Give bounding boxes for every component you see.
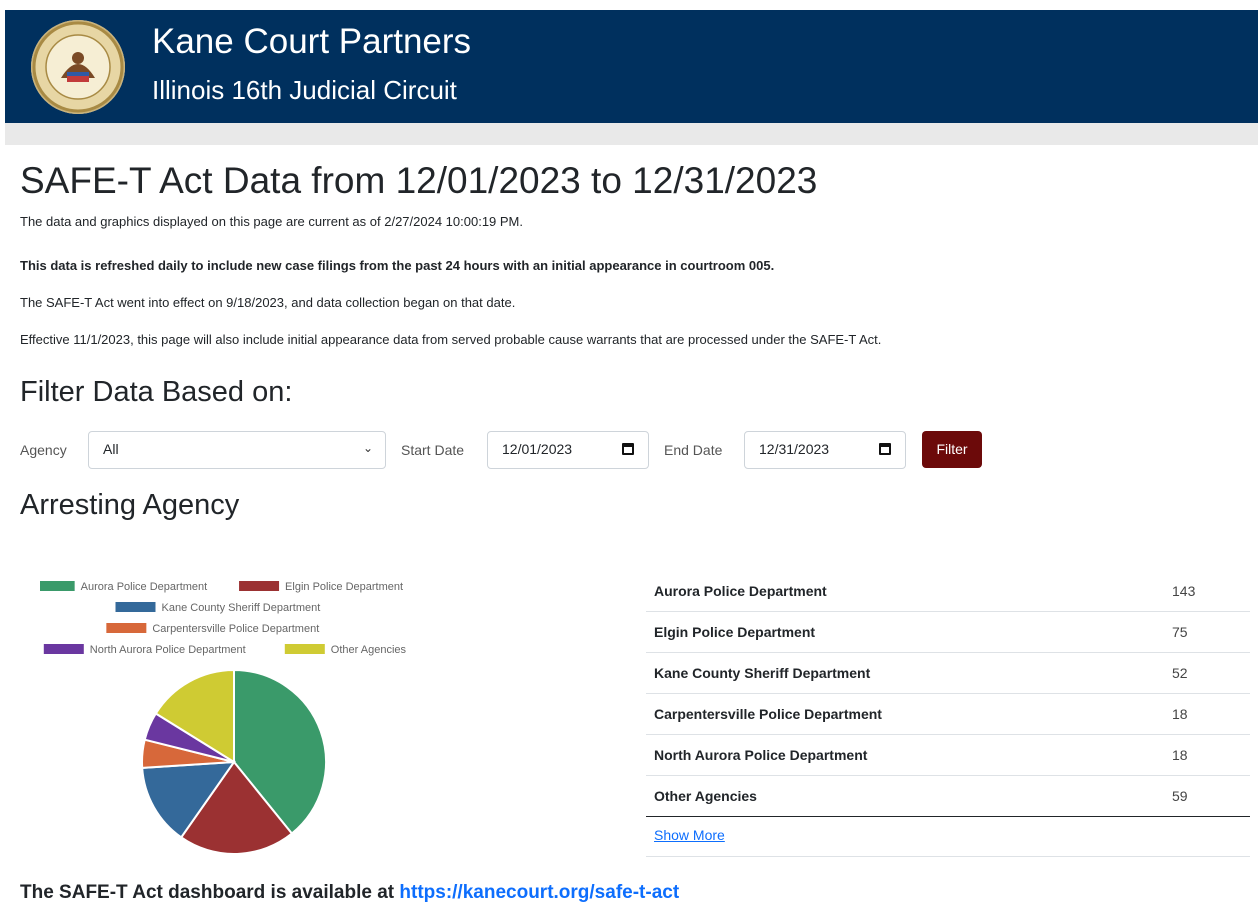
show-more-row: Show More [646,816,1250,857]
filter-form: Agency All ⌄ Start Date 12/01/2023 End D… [20,431,1000,469]
page-title: SAFE-T Act Data from 12/01/2023 to 12/31… [20,160,818,201]
site-title[interactable]: Kane Court Partners [152,22,471,62]
legend-swatch [106,623,147,633]
show-more-link[interactable]: Show More [654,827,725,843]
agency-label: Agency [20,442,67,458]
start-date-value: 12/01/2023 [502,441,573,457]
legend-swatch [284,644,325,654]
table-row: Other Agencies 59 [646,775,1250,817]
legend-label: Aurora Police Department [81,581,208,593]
court-seal-icon[interactable] [31,20,125,114]
agency-name-cell: Elgin Police Department [646,611,1164,653]
end-date-label: End Date [664,442,723,458]
agency-name-cell: Kane County Sheriff Department [646,652,1164,694]
table-row: Elgin Police Department 75 [646,611,1250,653]
dashboard-note-text: The SAFE-T Act dashboard is available at [20,882,400,903]
dashboard-link[interactable]: https://kanecourt.org/safe-t-act [399,882,679,903]
legend-swatch [40,581,75,591]
agency-select-value: All [103,441,119,457]
table-row: Aurora Police Department 143 [646,571,1250,612]
table-row: North Aurora Police Department 18 [646,734,1250,776]
agency-name-cell: North Aurora Police Department [646,734,1164,776]
legend-label: Other Agencies [331,644,407,656]
end-date-value: 12/31/2023 [759,441,830,457]
legend-swatch [115,602,156,612]
site-subtitle: Illinois 16th Judicial Circuit [152,75,457,105]
legend-label: Elgin Police Department [285,581,403,593]
agency-count-cell: 59 [1164,775,1250,817]
warrants-note: Effective 11/1/2023, this page will also… [20,332,882,347]
legend-swatch [43,644,84,654]
agency-count-cell: 52 [1164,652,1250,694]
calendar-icon[interactable] [622,443,634,455]
agency-select[interactable]: All ⌄ [88,431,386,469]
legend-swatch [239,581,280,591]
filter-button[interactable]: Filter [922,431,982,468]
legend-label: Carpentersville Police Department [152,623,319,635]
legend-label: North Aurora Police Department [90,644,246,656]
agency-name-cell: Aurora Police Department [646,571,1164,612]
legend-item[interactable]: Kane County Sheriff Department [115,602,321,614]
chevron-down-icon: ⌄ [362,441,373,455]
legend-label: Kane County Sheriff Department [162,602,321,614]
site-header: Kane Court Partners Illinois 16th Judici… [5,10,1258,123]
calendar-icon[interactable] [879,443,891,455]
agency-count-cell: 75 [1164,611,1250,653]
agency-pie-chart: Aurora Police Department Elgin Police Dep… [40,581,407,855]
current-as-of-text: The data and graphics displayed on this … [20,214,524,229]
start-date-label: Start Date [401,442,465,458]
refresh-note: This data is refreshed daily to include … [20,258,775,273]
table-row: Carpentersville Police Department 18 [646,693,1250,735]
effect-note: The SAFE-T Act went into effect on 9/18/… [20,295,516,310]
legend-item[interactable]: Aurora Police Department [40,581,207,593]
agency-table: Aurora Police Department 143 Elgin Police … [646,571,1250,817]
agency-count-cell: 143 [1164,571,1250,612]
arresting-agency-heading: Arresting Agency [20,489,240,521]
filter-heading: Filter Data Based on: [20,376,293,408]
legend-item[interactable]: North Aurora Police Department [43,644,246,656]
table-row: Kane County Sheriff Department 52 [646,652,1250,694]
agency-count-cell: 18 [1164,693,1250,735]
legend-item[interactable]: Other Agencies [284,644,407,656]
legend-item[interactable]: Carpentersville Police Department [106,623,319,635]
end-date-input[interactable]: 12/31/2023 [744,431,906,469]
agency-name-cell: Carpentersville Police Department [646,693,1164,735]
agency-name-cell: Other Agencies [646,775,1164,817]
agency-count-cell: 18 [1164,734,1250,776]
legend-item[interactable]: Elgin Police Department [239,581,403,593]
header-divider [5,123,1258,145]
start-date-input[interactable]: 12/01/2023 [487,431,649,469]
